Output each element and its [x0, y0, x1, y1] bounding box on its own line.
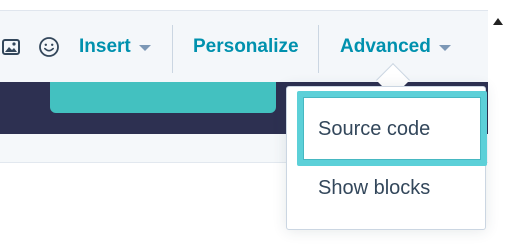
insert-label: Insert — [79, 36, 131, 57]
personalize-button[interactable]: Personalize — [193, 35, 299, 59]
personalize-label: Personalize — [193, 36, 299, 57]
toolbar-divider — [172, 25, 173, 73]
advanced-button[interactable]: Advanced — [340, 35, 451, 59]
vertical-scrollbar[interactable] — [488, 10, 507, 246]
toolbar-divider — [318, 25, 319, 73]
chevron-down-icon — [438, 45, 451, 51]
insert-button[interactable]: Insert — [79, 35, 151, 59]
advanced-label: Advanced — [340, 36, 431, 57]
editor-canvas: Insert Personalize Advanced Source code … — [0, 0, 507, 246]
editor-toolbar: Insert Personalize Advanced — [0, 10, 488, 82]
emoji-icon[interactable] — [38, 36, 60, 63]
scroll-up-arrow-icon[interactable] — [493, 18, 503, 25]
menu-item-source-code[interactable]: Source code — [318, 118, 430, 141]
chevron-down-icon — [138, 45, 151, 51]
teal-content-block — [50, 82, 276, 113]
image-icon[interactable] — [2, 39, 20, 60]
menu-item-show-blocks[interactable]: Show blocks — [318, 177, 430, 200]
